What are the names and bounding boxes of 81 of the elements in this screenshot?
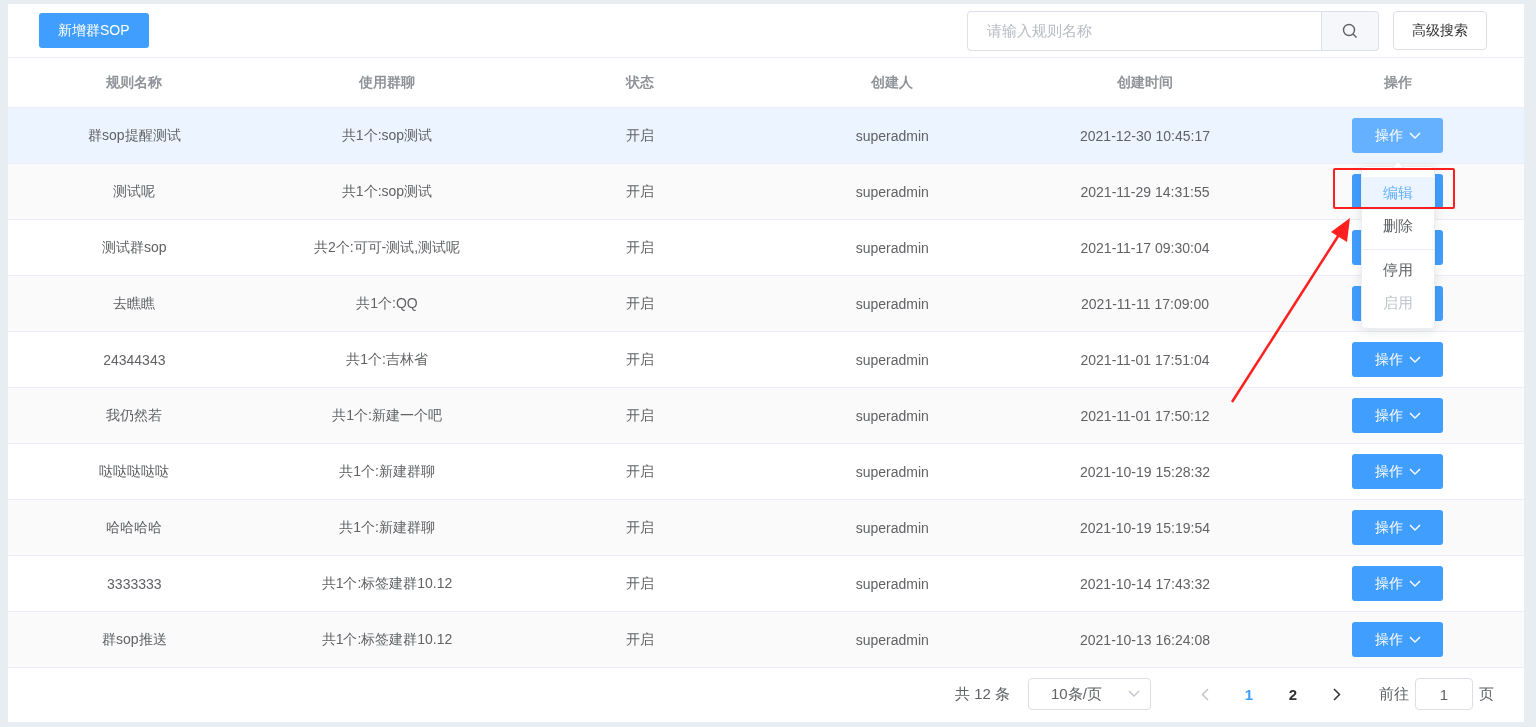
goto-page-field[interactable]: 1: [1415, 678, 1473, 710]
column-header: 使用群聊: [359, 73, 415, 92]
table-row[interactable]: 我仍然若 共1个:新建一个吧 开启 superadmin 2021-11-01 17:50:12 操作: [8, 388, 1524, 444]
table-cell: 哈哈哈哈: [106, 518, 163, 537]
table-cell: 2021-11-01 17:51:04: [1080, 351, 1210, 368]
table-cell: 2021-10-19 15:19:54: [1080, 519, 1210, 536]
table-cell: 开启: [625, 350, 654, 369]
table-cell: 去瞧瞧: [113, 294, 156, 313]
table-cell: 开启: [625, 518, 654, 537]
chevron-left-icon: [1201, 687, 1209, 701]
chevron-down-icon: [1408, 635, 1421, 644]
table-cell: superadmin: [855, 407, 929, 424]
table-cell: 开启: [625, 126, 654, 145]
chevron-down-icon: [1408, 411, 1421, 420]
table-cell: superadmin: [855, 239, 929, 256]
table-row[interactable]: 群sop提醒测试 共1个:sop测试 开启 superadmin 2021-12-30 10:45:17 操作: [8, 108, 1524, 164]
chevron-down-icon: [1408, 131, 1421, 140]
column-header: 规则名称: [106, 73, 163, 92]
chevron-down-icon: [1128, 690, 1140, 698]
table-cell: 开启: [625, 630, 654, 649]
table-cell: 哒哒哒哒哒: [99, 462, 170, 481]
table-cell: superadmin: [855, 575, 929, 592]
table-cell: 开启: [625, 574, 654, 593]
chevron-down-icon: [1408, 467, 1421, 476]
table-cell: 2021-11-01 17:50:12: [1080, 407, 1210, 424]
table-cell: 共1个:标签建群10.12: [321, 630, 453, 649]
search-button[interactable]: [1322, 10, 1379, 51]
page-suffix: 页: [1479, 684, 1494, 704]
table-cell: 共1个:sop测试: [341, 126, 433, 145]
column-header: 操作: [1383, 73, 1412, 92]
table-cell: superadmin: [855, 295, 929, 312]
chevron-down-icon: [1408, 579, 1421, 588]
table-row[interactable]: 哈哈哈哈 共1个:新建群聊 开启 superadmin 2021-10-19 15:19:54 操作: [8, 500, 1524, 556]
column-header: 创建人: [871, 73, 914, 92]
table-cell: 2021-12-30 10:45:17: [1080, 127, 1210, 144]
table-cell: superadmin: [855, 631, 929, 648]
chevron-right-icon: [1333, 687, 1341, 701]
page-number[interactable]: 2: [1271, 684, 1315, 704]
table-cell: 共1个:sop测试: [341, 182, 433, 201]
table-cell: 测试群sop: [102, 238, 167, 257]
table-cell: 24344343: [103, 351, 166, 368]
table-cell: 我仍然若: [106, 406, 163, 425]
table-cell: 2021-10-19 15:28:32: [1080, 463, 1210, 480]
table-cell: 2021-11-11 17:09:00: [1081, 295, 1209, 312]
table-cell: 共1个:新建群聊: [339, 518, 435, 537]
goto-label: 前往: [1379, 684, 1409, 704]
table-cell: 开启: [625, 462, 654, 481]
table-cell: 2021-10-14 17:43:32: [1080, 575, 1210, 592]
table-cell: 群sop推送: [102, 630, 167, 649]
table-cell: 共1个:标签建群10.12: [321, 574, 453, 593]
table-row[interactable]: 群sop推送 共1个:标签建群10.12 开启 superadmin 2021-10-13 16:24:08 操作: [8, 612, 1524, 668]
chevron-down-icon: [1408, 355, 1421, 364]
table-cell: 开启: [625, 182, 654, 201]
table-cell: superadmin: [855, 127, 929, 144]
menu-item[interactable]: 停用: [1362, 249, 1434, 287]
table-cell: superadmin: [855, 463, 929, 480]
table-cell: 开启: [625, 238, 654, 257]
table-cell: superadmin: [855, 183, 929, 200]
table-cell: 2021-11-29 14:31:55: [1080, 183, 1210, 200]
search-field[interactable]: 请输入规则名称: [967, 10, 1322, 51]
table-cell: 共1个:新建群聊: [339, 462, 435, 481]
table-cell: 共2个:可可-测试,测试呢: [313, 238, 461, 257]
table-cell: 开启: [625, 406, 654, 425]
table-cell: 共1个:新建一个吧: [332, 406, 442, 425]
table-cell: superadmin: [855, 351, 929, 368]
table-cell: 测试呢: [113, 182, 156, 201]
table-cell: 2021-10-13 16:24:08: [1080, 631, 1210, 648]
total-count: 共 12 条: [954, 684, 1010, 704]
table-cell: 共1个:QQ: [356, 294, 418, 313]
advanced-search-button[interactable]: 高级搜索: [1393, 11, 1487, 50]
column-header: 状态: [625, 73, 654, 92]
table-cell: 群sop提醒测试: [88, 126, 181, 145]
search-icon: [1342, 22, 1358, 39]
column-header: 创建时间: [1117, 73, 1173, 92]
table-cell: 3333333: [107, 575, 162, 592]
table-cell: 共1个:吉林省: [346, 350, 428, 369]
table-cell: superadmin: [855, 519, 929, 536]
table-cell: 2021-11-17 09:30:04: [1080, 239, 1210, 256]
page-size-select[interactable]: 10条/页: [1028, 678, 1151, 710]
chevron-down-icon: [1408, 523, 1421, 532]
table-cell: 开启: [625, 294, 654, 313]
